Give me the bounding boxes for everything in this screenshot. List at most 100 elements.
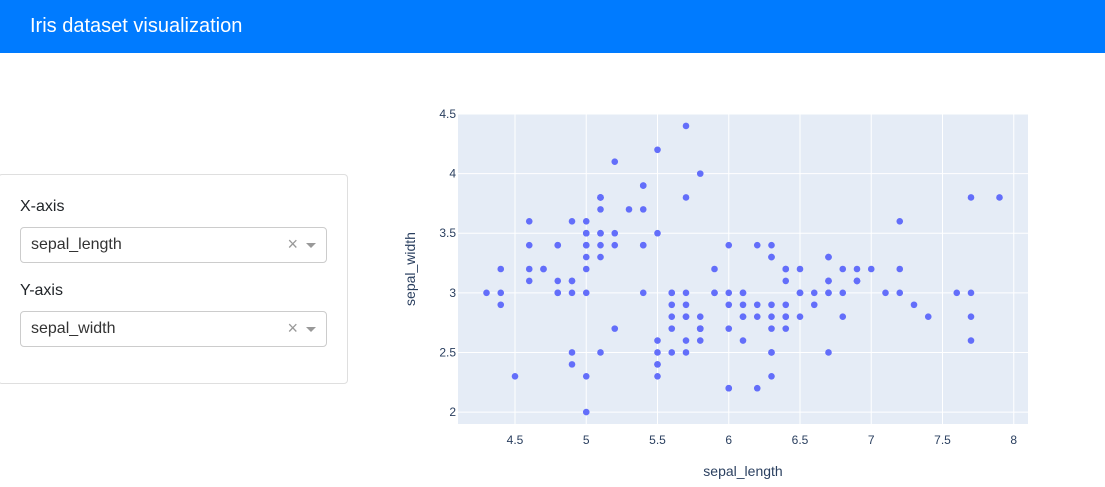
data-point[interactable] <box>568 349 576 356</box>
data-point[interactable] <box>996 194 1003 201</box>
data-point[interactable] <box>967 313 975 320</box>
data-point[interactable] <box>525 241 533 249</box>
data-point[interactable] <box>639 206 647 213</box>
data-point[interactable] <box>511 373 519 380</box>
data-point[interactable] <box>796 289 804 297</box>
data-point[interactable] <box>525 218 533 225</box>
data-point[interactable] <box>582 241 590 249</box>
data-point[interactable] <box>654 229 661 237</box>
data-point[interactable] <box>725 241 733 249</box>
data-point[interactable] <box>810 301 818 309</box>
data-point[interactable] <box>725 384 733 392</box>
data-point[interactable] <box>782 277 790 285</box>
data-point[interactable] <box>582 289 590 297</box>
data-point[interactable] <box>967 289 975 297</box>
data-point[interactable] <box>582 218 590 225</box>
data-point[interactable] <box>853 265 861 273</box>
data-point[interactable] <box>768 241 775 249</box>
data-point[interactable] <box>497 265 505 273</box>
data-point[interactable] <box>682 337 690 344</box>
data-point[interactable] <box>753 301 761 309</box>
data-point[interactable] <box>540 265 547 273</box>
data-point[interactable] <box>582 373 590 380</box>
data-point[interactable] <box>867 265 875 273</box>
data-point[interactable] <box>839 313 847 320</box>
data-point[interactable] <box>654 361 661 368</box>
data-point[interactable] <box>582 253 590 261</box>
data-point[interactable] <box>768 301 775 309</box>
data-point[interactable] <box>825 349 832 356</box>
data-point[interactable] <box>839 265 847 273</box>
data-point[interactable] <box>768 253 775 261</box>
data-point[interactable] <box>682 349 690 356</box>
data-point[interactable] <box>696 337 704 344</box>
data-point[interactable] <box>924 313 932 320</box>
data-point[interactable] <box>825 289 832 297</box>
clear-icon[interactable]: × <box>287 318 298 338</box>
data-point[interactable] <box>711 265 718 273</box>
data-point[interactable] <box>910 301 918 309</box>
data-point[interactable] <box>896 265 904 273</box>
data-point[interactable] <box>483 289 490 297</box>
data-point[interactable] <box>597 241 604 249</box>
scatter-plot[interactable]: 4.5 5 5.5 6 6.5 7 7.5 8 2 2.5 3 3.5 4 4.5 sepal_length… <box>390 100 1090 480</box>
data-point[interactable] <box>896 289 904 297</box>
data-point[interactable] <box>597 194 604 201</box>
data-point[interactable] <box>497 301 505 309</box>
data-point[interactable] <box>725 325 733 332</box>
data-point[interactable] <box>739 289 747 297</box>
data-point[interactable] <box>654 146 661 154</box>
data-point[interactable] <box>696 325 704 332</box>
data-point[interactable] <box>739 313 747 320</box>
data-point[interactable] <box>696 170 704 177</box>
data-point[interactable] <box>853 277 861 285</box>
data-point[interactable] <box>611 229 619 237</box>
data-point[interactable] <box>554 277 562 285</box>
data-point[interactable] <box>582 408 590 416</box>
data-point[interactable] <box>597 229 604 237</box>
data-point[interactable] <box>597 349 604 356</box>
data-point[interactable] <box>611 325 619 332</box>
data-point[interactable] <box>896 218 904 225</box>
data-point[interactable] <box>525 265 533 273</box>
data-point[interactable] <box>582 265 590 273</box>
data-point[interactable] <box>953 289 961 297</box>
data-point[interactable] <box>967 194 975 201</box>
data-point[interactable] <box>825 253 832 261</box>
data-point[interactable] <box>810 289 818 297</box>
data-point[interactable] <box>497 289 505 297</box>
data-point[interactable] <box>725 301 733 309</box>
data-point[interactable] <box>753 384 761 392</box>
data-point[interactable] <box>611 241 619 249</box>
data-point[interactable] <box>782 325 790 332</box>
data-point[interactable] <box>568 218 576 225</box>
data-point[interactable] <box>768 373 775 380</box>
data-point[interactable] <box>739 337 747 344</box>
chevron-down-icon[interactable] <box>306 243 316 248</box>
data-point[interactable] <box>882 289 889 297</box>
data-point[interactable] <box>796 265 804 273</box>
data-point[interactable] <box>711 289 718 297</box>
x-axis-dropdown[interactable]: sepal_length × <box>20 227 327 263</box>
data-point[interactable] <box>611 158 619 165</box>
data-point[interactable] <box>682 122 690 130</box>
data-point[interactable] <box>682 313 690 320</box>
data-point[interactable] <box>525 277 533 285</box>
data-point[interactable] <box>839 289 847 297</box>
data-point[interactable] <box>782 301 790 309</box>
data-point[interactable] <box>768 325 775 332</box>
data-point[interactable] <box>568 289 576 297</box>
data-point[interactable] <box>753 241 761 249</box>
chevron-down-icon[interactable] <box>306 327 316 332</box>
data-point[interactable] <box>568 361 576 368</box>
data-point[interactable] <box>597 206 604 213</box>
data-point[interactable] <box>967 337 975 344</box>
data-point[interactable] <box>668 301 676 309</box>
data-point[interactable] <box>554 241 562 249</box>
data-point[interactable] <box>654 337 661 344</box>
data-point[interactable] <box>554 289 562 297</box>
data-point[interactable] <box>668 313 676 320</box>
data-point[interactable] <box>568 277 576 285</box>
data-point[interactable] <box>753 313 761 320</box>
data-point[interactable] <box>682 301 690 309</box>
